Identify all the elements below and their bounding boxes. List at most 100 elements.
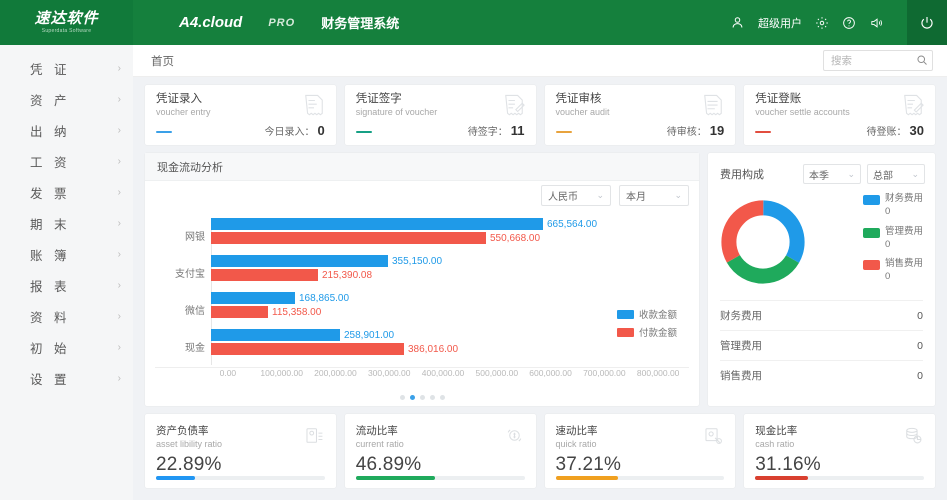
- expense-row-sales[interactable]: 销售费用 0: [720, 360, 923, 390]
- stat-count: 今日录入： 0: [265, 123, 325, 138]
- legend-label-income: 收款金额: [639, 307, 677, 321]
- expense-donut-chart[interactable]: [718, 197, 808, 287]
- bar-line-income[interactable]: 168,865.00: [211, 292, 679, 304]
- chevron-right-icon: ›: [118, 218, 121, 229]
- tab-home[interactable]: 首页: [147, 53, 178, 69]
- carousel-dot-2[interactable]: [410, 395, 415, 400]
- stat-count-value: 19: [710, 123, 724, 138]
- announcement-icon[interactable]: [869, 16, 884, 30]
- ratio-title-en: quick ratio: [556, 439, 725, 449]
- sidebar-item-reports[interactable]: 报 表 ›: [0, 270, 133, 301]
- legend-label-sales: 销售费用: [885, 258, 923, 269]
- donut-legend-item-sales[interactable]: 销售费用 0: [863, 258, 923, 284]
- voucher-sign-icon: [503, 94, 525, 118]
- voucher-settle-icon: [902, 94, 924, 118]
- bar-value-income: 355,150.00: [392, 256, 442, 267]
- x-tick: 800,000.00: [631, 368, 685, 378]
- sidebar-item-label: 资 产: [30, 90, 70, 109]
- x-tick: 200,000.00: [309, 368, 363, 378]
- expense-row-admin[interactable]: 管理费用 0: [720, 330, 923, 360]
- period-select[interactable]: 本月 ⌄: [619, 185, 689, 206]
- accent-dash: [556, 131, 572, 133]
- chevron-right-icon: ›: [118, 94, 121, 105]
- stat-title-en: voucher entry: [156, 107, 325, 117]
- power-icon[interactable]: [907, 0, 947, 45]
- sidebar-item-period-end[interactable]: 期 末 ›: [0, 208, 133, 239]
- ratio-progress-track: [356, 476, 525, 480]
- sidebar-item-settings[interactable]: 设 置 ›: [0, 363, 133, 394]
- bar-line-expense[interactable]: 386,016.00: [211, 343, 679, 355]
- brand-name-en: Superdata Software: [42, 28, 92, 34]
- stat-card-voucher-audit[interactable]: 凭证审核 voucher audit 待审核：: [545, 85, 736, 145]
- bar-group: 现金 258,901.00 386,016.00: [211, 329, 679, 365]
- bar-line-income[interactable]: 258,901.00: [211, 329, 679, 341]
- donut-legend-item-finance[interactable]: 财务费用 0: [863, 193, 923, 219]
- brand-logo[interactable]: 速达软件 Superdata Software: [0, 0, 133, 45]
- donut-legend-item-admin[interactable]: 管理费用 0: [863, 226, 923, 252]
- expense-dept-select[interactable]: 总部 ⌄: [867, 164, 925, 184]
- carousel-dot-1[interactable]: [400, 395, 405, 400]
- sidebar-item-assets[interactable]: 资 产 ›: [0, 84, 133, 115]
- app-body: 凭 证 › 资 产 › 出 纳 › 工 资 › 发 票 › 期 末 ›: [0, 45, 947, 500]
- legend-label-expense: 付款金额: [639, 325, 677, 339]
- stat-card-voucher-settle[interactable]: 凭证登账 voucher settle accounts 待登账：: [744, 85, 935, 145]
- bar-line-income[interactable]: 355,150.00: [211, 255, 679, 267]
- sidebar-item-label: 初 始: [30, 338, 70, 357]
- stat-count-value: 30: [910, 123, 924, 138]
- bar-group: 支付宝 355,150.00 215,390.08: [211, 255, 679, 291]
- ratio-title-en: current ratio: [356, 439, 525, 449]
- stat-count-label: 待签字：: [468, 123, 508, 138]
- chevron-right-icon: ›: [118, 249, 121, 260]
- legend-item-income[interactable]: 收款金额: [617, 307, 677, 321]
- user-icon[interactable]: [730, 15, 745, 30]
- ratio-card-quick-ratio[interactable]: 速动比率 quick ratio 37.21%: [545, 414, 736, 488]
- sidebar-item-ledger[interactable]: 账 簿 ›: [0, 239, 133, 270]
- sidebar-item-label: 设 置: [30, 369, 70, 388]
- stat-title-cn: 凭证签字: [356, 93, 525, 106]
- bar-line-expense[interactable]: 550,668.00: [211, 232, 679, 244]
- ratio-card-cash-ratio[interactable]: 现金比率 cash ratio 31.16%: [744, 414, 935, 488]
- carousel-dot-3[interactable]: [420, 395, 425, 400]
- search-icon[interactable]: [916, 54, 928, 66]
- legend-item-expense[interactable]: 付款金额: [617, 325, 677, 339]
- ratio-card-current-ratio[interactable]: 流动比率 current ratio 46.89%: [345, 414, 536, 488]
- ratio-card-asset-liability[interactable]: 资产负债率 asset libility ratio 22.89%: [145, 414, 336, 488]
- chevron-right-icon: ›: [118, 125, 121, 136]
- chevron-right-icon: ›: [118, 373, 121, 384]
- bar-group: 网银 665,564.00 550,668.00: [211, 218, 679, 254]
- main-content: 首页 凭证录入 voucher entry: [133, 45, 947, 500]
- chart-legend: 收款金额 付款金额: [617, 307, 677, 343]
- expense-donut-area: 财务费用 0 管理费用 0: [708, 184, 935, 294]
- stat-card-voucher-signature[interactable]: 凭证签字 signature of voucher 待签字：: [345, 85, 536, 145]
- sidebar-item-voucher[interactable]: 凭 证 ›: [0, 53, 133, 84]
- help-icon[interactable]: [842, 16, 856, 30]
- accent-dash: [156, 131, 172, 133]
- stat-title-cn: 凭证审核: [556, 93, 725, 106]
- sidebar-item-initial[interactable]: 初 始 ›: [0, 332, 133, 363]
- sidebar-item-invoice[interactable]: 发 票 ›: [0, 177, 133, 208]
- stat-card-voucher-entry[interactable]: 凭证录入 voucher entry 今日录入：: [145, 85, 336, 145]
- sidebar-item-salary[interactable]: 工 资 ›: [0, 146, 133, 177]
- user-name-label[interactable]: 超级用户: [758, 15, 802, 31]
- expense-period-select[interactable]: 本季 ⌄: [803, 164, 861, 184]
- expense-row-finance[interactable]: 财务费用 0: [720, 300, 923, 330]
- bar-line-expense[interactable]: 215,390.08: [211, 269, 679, 281]
- cashflow-panel-header: 现金流动分析: [145, 153, 699, 181]
- brand-name-cn: 速达软件: [34, 11, 98, 28]
- sidebar-item-label: 发 票: [30, 183, 70, 202]
- sidebar-item-cashier[interactable]: 出 纳 ›: [0, 115, 133, 146]
- sidebar-item-data[interactable]: 资 料 ›: [0, 301, 133, 332]
- edition-badge: PRO: [268, 17, 295, 29]
- carousel-dot-5[interactable]: [440, 395, 445, 400]
- currency-select[interactable]: 人民币 ⌄: [541, 185, 611, 206]
- expense-row-value: 0: [917, 370, 923, 382]
- expense-row-label: 管理费用: [720, 338, 762, 353]
- expense-row-label: 财务费用: [720, 308, 762, 323]
- bar-line-expense[interactable]: 115,358.00: [211, 306, 679, 318]
- carousel-dot-4[interactable]: [430, 395, 435, 400]
- stat-count: 待审核： 19: [667, 123, 724, 138]
- expense-panel: 费用构成 本季 ⌄ 总部 ⌄: [708, 153, 935, 406]
- bar-line-income[interactable]: 665,564.00: [211, 218, 679, 230]
- gear-icon[interactable]: [815, 16, 829, 30]
- stat-title-cn: 凭证登账: [755, 93, 924, 106]
